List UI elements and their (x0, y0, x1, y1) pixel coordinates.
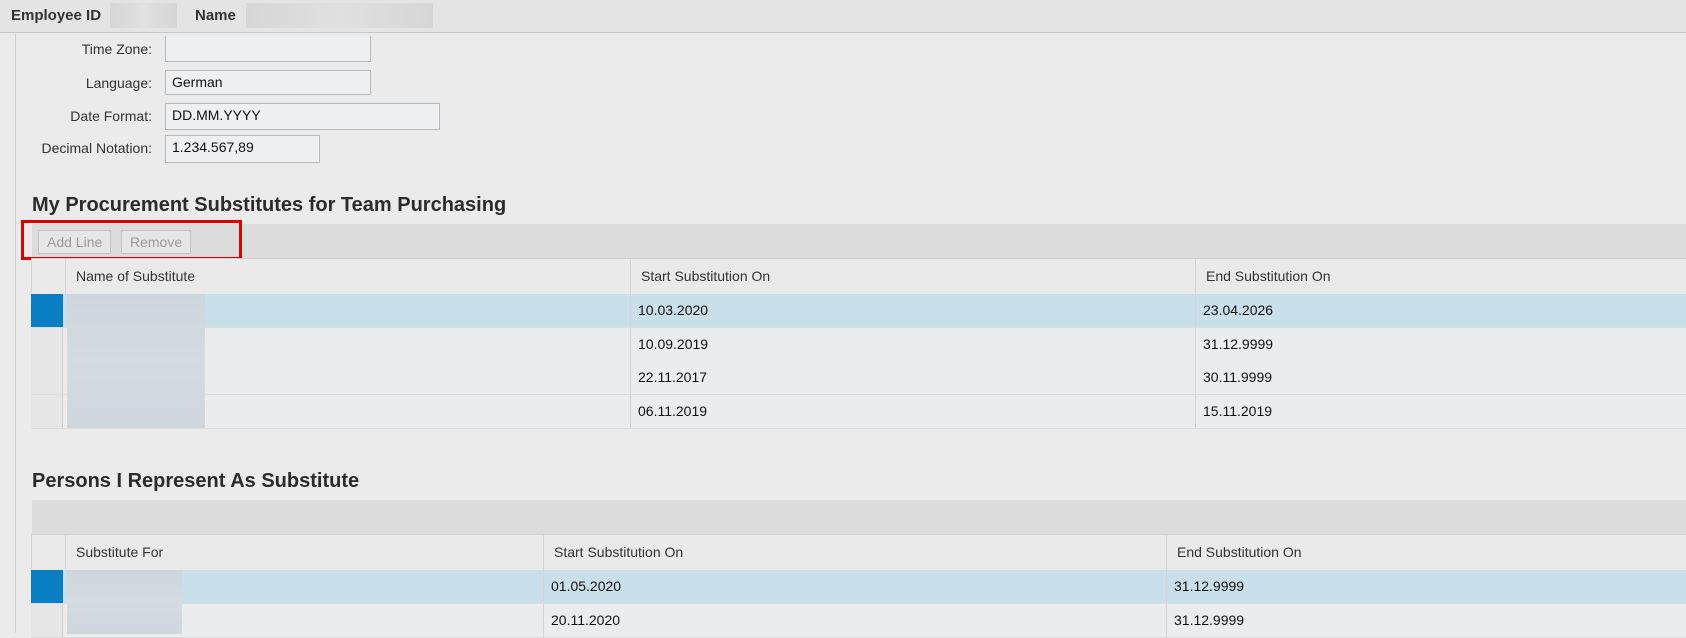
represented-names-redacted (67, 570, 182, 634)
row-selector[interactable] (31, 328, 63, 361)
column-header-end[interactable]: End Substitution On (1195, 259, 1686, 294)
start-date-cell: 20.11.2020 (543, 604, 1166, 637)
select-all-header[interactable] (31, 535, 65, 570)
table-row[interactable]: 10.09.2019 31.12.9999 (31, 328, 1686, 362)
start-date-cell: 22.11.2017 (630, 361, 1195, 394)
table-header: Substitute For Start Substitution On End… (31, 534, 1686, 571)
row-selector[interactable] (31, 570, 63, 603)
end-date-cell: 30.11.9999 (1195, 361, 1686, 394)
name-label: Name (195, 7, 236, 24)
employee-id-label: Employee ID (11, 7, 102, 24)
add-line-button[interactable]: Add Line (38, 230, 112, 254)
table-row[interactable]: 06.11.2019 15.11.2019 (31, 395, 1686, 429)
language-field[interactable]: German (165, 70, 371, 95)
row-selector[interactable] (31, 395, 63, 428)
decimal-notation-label: Decimal Notation: (41, 140, 153, 156)
end-date-cell: 15.11.2019 (1195, 395, 1686, 428)
remove-button[interactable]: Remove (121, 230, 192, 254)
column-header-substitute-for[interactable]: Substitute For (65, 535, 543, 570)
end-date-cell: 23.04.2026 (1195, 294, 1686, 327)
start-date-cell: 01.05.2020 (543, 570, 1166, 603)
end-date-cell: 31.12.9999 (1195, 328, 1686, 361)
procurement-toolbar: Add Line Remove (32, 224, 1686, 258)
date-format-label: Date Format: (70, 108, 152, 124)
column-header-start[interactable]: Start Substitution On (630, 259, 1195, 294)
select-all-header[interactable] (31, 259, 65, 294)
substitute-names-redacted (67, 294, 205, 428)
time-zone-field[interactable] (165, 36, 371, 62)
start-date-cell: 10.03.2020 (630, 294, 1195, 327)
date-format-field[interactable]: DD.MM.YYYY (165, 103, 440, 130)
time-zone-label: Time Zone: (81, 41, 152, 57)
table-header: Name of Substitute Start Substitution On… (31, 258, 1686, 295)
employee-header: Employee ID Name (0, 0, 1686, 33)
column-header-end[interactable]: End Substitution On (1166, 535, 1686, 570)
employee-id-value-redacted (110, 3, 177, 28)
table-row[interactable]: 22.11.2017 30.11.9999 (31, 361, 1686, 395)
table-row[interactable]: 10.03.2020 23.04.2026 (31, 294, 1686, 328)
persons-represented-title: Persons I Represent As Substitute (32, 470, 360, 492)
row-selector[interactable] (31, 604, 63, 637)
procurement-substitutes-title: My Procurement Substitutes for Team Purc… (32, 194, 507, 216)
left-divider (15, 34, 16, 633)
start-date-cell: 06.11.2019 (630, 395, 1195, 428)
name-value-redacted (246, 3, 433, 28)
row-selector[interactable] (31, 294, 63, 327)
start-date-cell: 10.09.2019 (630, 328, 1195, 361)
table-row[interactable]: 01.05.2020 31.12.9999 (31, 570, 1686, 604)
decimal-notation-field[interactable]: 1.234.567,89 (165, 135, 320, 163)
represent-toolbar (32, 500, 1686, 534)
end-date-cell: 31.12.9999 (1166, 604, 1686, 637)
column-header-start[interactable]: Start Substitution On (543, 535, 1166, 570)
end-date-cell: 31.12.9999 (1166, 570, 1686, 603)
row-selector[interactable] (31, 361, 63, 394)
column-header-name[interactable]: Name of Substitute (65, 259, 630, 294)
language-label: Language: (85, 75, 152, 91)
